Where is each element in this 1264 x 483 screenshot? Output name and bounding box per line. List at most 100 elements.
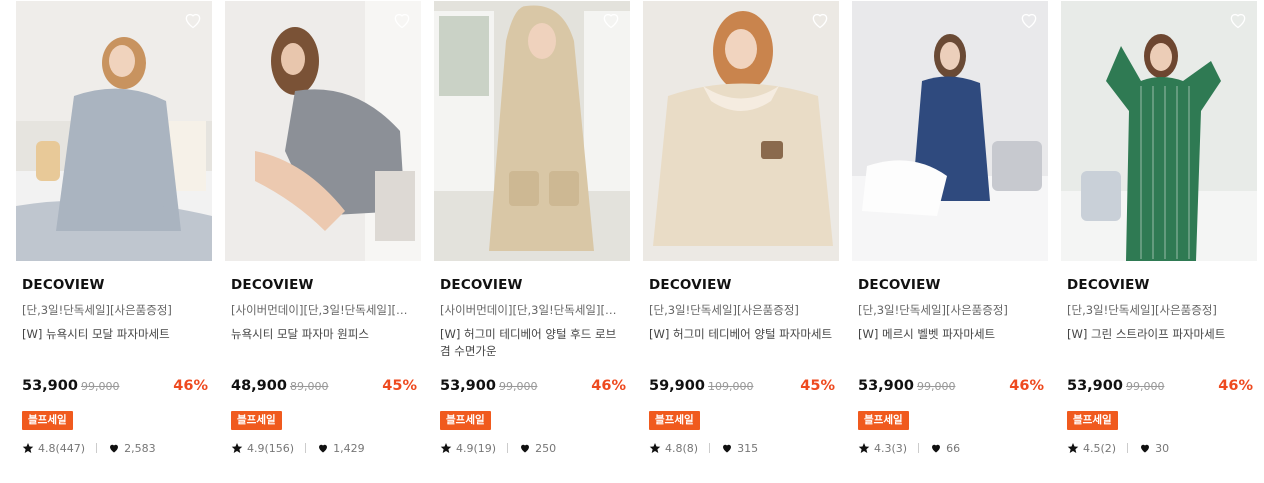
divider	[918, 443, 920, 453]
product-photo	[16, 1, 212, 261]
product-card[interactable]: DECOVIEW [단,3일!단독세일][사은품증정] [W] 메르시 벨벳 파…	[852, 0, 1048, 483]
divider	[1127, 443, 1129, 453]
discount-rate: 46%	[1009, 378, 1044, 394]
rating: 4.9(156)	[247, 441, 295, 455]
heart-icon	[932, 444, 941, 453]
heart-icon	[319, 444, 328, 453]
wishlist-heart-icon[interactable]	[810, 10, 830, 30]
star-icon	[22, 443, 34, 453]
price: 53,900 99,000	[440, 378, 537, 394]
wishlist-heart-icon[interactable]	[1019, 10, 1039, 30]
rating: 4.5(2)	[1083, 441, 1117, 455]
promo-tags[interactable]: [단,3일!단독세일][사은품증정]	[1067, 302, 1253, 318]
review-meta: 4.9(19) 250	[440, 441, 556, 455]
sale-price: 53,900	[1067, 378, 1123, 394]
product-name[interactable]: [W] 허그미 테디베어 양털 파자마세트	[649, 326, 835, 343]
product-card[interactable]: DECOVIEW [사이버먼데이][단,3일!단독세일][사은품증정] [W] …	[434, 0, 630, 483]
review-meta: 4.8(8) 315	[649, 441, 758, 455]
star-icon	[231, 443, 243, 453]
brand-name[interactable]: DECOVIEW	[231, 277, 314, 293]
star-icon	[649, 443, 661, 453]
price: 53,900 99,000	[1067, 378, 1164, 394]
wishlist-heart-icon[interactable]	[392, 10, 412, 30]
original-price: 89,000	[289, 380, 329, 393]
star-icon	[1067, 443, 1079, 453]
product-image[interactable]	[643, 1, 839, 261]
sale-price: 48,900	[231, 378, 287, 394]
price: 48,900 89,000	[231, 378, 328, 394]
product-image[interactable]	[434, 1, 630, 261]
brand-name[interactable]: DECOVIEW	[440, 277, 523, 293]
discount-rate: 46%	[1218, 378, 1253, 394]
product-name[interactable]: [W] 메르시 벨벳 파자마세트	[858, 326, 1044, 343]
discount-rate: 46%	[591, 378, 626, 394]
heart-icon	[1141, 444, 1150, 453]
divider	[507, 443, 509, 453]
original-price: 99,000	[498, 380, 538, 393]
original-price: 99,000	[916, 380, 956, 393]
star-icon	[440, 443, 452, 453]
rating: 4.8(447)	[38, 441, 86, 455]
review-meta: 4.3(3) 66	[858, 441, 960, 455]
like-count: 315	[737, 441, 759, 455]
like-count: 66	[946, 441, 961, 455]
discount-rate: 46%	[173, 378, 208, 394]
sale-badge: 블프세일	[440, 411, 491, 430]
product-card[interactable]: DECOVIEW [단,3일!단독세일][사은품증정] [W] 뉴욕시티 모달 …	[16, 0, 212, 483]
product-name[interactable]: [W] 허그미 테디베어 양털 후드 로브겸 수면가운	[440, 326, 626, 360]
product-name[interactable]: [W] 그린 스트라이프 파자마세트	[1067, 326, 1253, 343]
promo-tags[interactable]: [단,3일!단독세일][사은품증정]	[858, 302, 1044, 318]
sale-badge: 블프세일	[22, 411, 73, 430]
price: 59,900 109,000	[649, 378, 753, 394]
review-meta: 4.8(447) 2,583	[22, 441, 156, 455]
product-card[interactable]: DECOVIEW [단,3일!단독세일][사은품증정] [W] 허그미 테디베어…	[643, 0, 839, 483]
product-photo	[225, 1, 421, 261]
like-count: 2,583	[124, 441, 156, 455]
product-image[interactable]	[225, 1, 421, 261]
brand-name[interactable]: DECOVIEW	[1067, 277, 1150, 293]
discount-rate: 45%	[382, 378, 417, 394]
rating: 4.3(3)	[874, 441, 908, 455]
product-name[interactable]: 뉴욕시티 모달 파자마 원피스	[231, 326, 417, 343]
wishlist-heart-icon[interactable]	[183, 10, 203, 30]
sale-badge: 블프세일	[649, 411, 700, 430]
sale-price: 53,900	[440, 378, 496, 394]
discount-rate: 45%	[800, 378, 835, 394]
product-card[interactable]: DECOVIEW [사이버먼데이][단,3일!단독세일][사은품증정] 뉴욕시티…	[225, 0, 421, 483]
product-image[interactable]	[852, 1, 1048, 261]
brand-name[interactable]: DECOVIEW	[858, 277, 941, 293]
product-photo	[434, 1, 630, 261]
like-count: 1,429	[333, 441, 365, 455]
heart-icon	[521, 444, 530, 453]
product-photo	[643, 1, 839, 261]
review-meta: 4.5(2) 30	[1067, 441, 1169, 455]
product-photo	[852, 1, 1048, 261]
like-count: 30	[1155, 441, 1170, 455]
product-image[interactable]	[1061, 1, 1257, 261]
rating: 4.8(8)	[665, 441, 699, 455]
divider	[305, 443, 307, 453]
wishlist-heart-icon[interactable]	[601, 10, 621, 30]
sale-badge: 블프세일	[1067, 411, 1118, 430]
promo-tags[interactable]: [사이버먼데이][단,3일!단독세일][사은품증정]	[231, 302, 417, 318]
original-price: 99,000	[1125, 380, 1165, 393]
product-image[interactable]	[16, 1, 212, 261]
price: 53,900 99,000	[858, 378, 955, 394]
sale-price: 53,900	[22, 378, 78, 394]
promo-tags[interactable]: [단,3일!단독세일][사은품증정]	[22, 302, 208, 318]
sale-price: 59,900	[649, 378, 705, 394]
rating: 4.9(19)	[456, 441, 497, 455]
brand-name[interactable]: DECOVIEW	[649, 277, 732, 293]
promo-tags[interactable]: [사이버먼데이][단,3일!단독세일][사은품증정]	[440, 302, 626, 318]
product-card[interactable]: DECOVIEW [단,3일!단독세일][사은품증정] [W] 그린 스트라이프…	[1061, 0, 1257, 483]
product-photo	[1061, 1, 1257, 261]
wishlist-heart-icon[interactable]	[1228, 10, 1248, 30]
divider	[96, 443, 98, 453]
heart-icon	[110, 444, 119, 453]
product-name[interactable]: [W] 뉴욕시티 모달 파자마세트	[22, 326, 208, 343]
brand-name[interactable]: DECOVIEW	[22, 277, 105, 293]
review-meta: 4.9(156) 1,429	[231, 441, 365, 455]
sale-price: 53,900	[858, 378, 914, 394]
divider	[709, 443, 711, 453]
promo-tags[interactable]: [단,3일!단독세일][사은품증정]	[649, 302, 835, 318]
